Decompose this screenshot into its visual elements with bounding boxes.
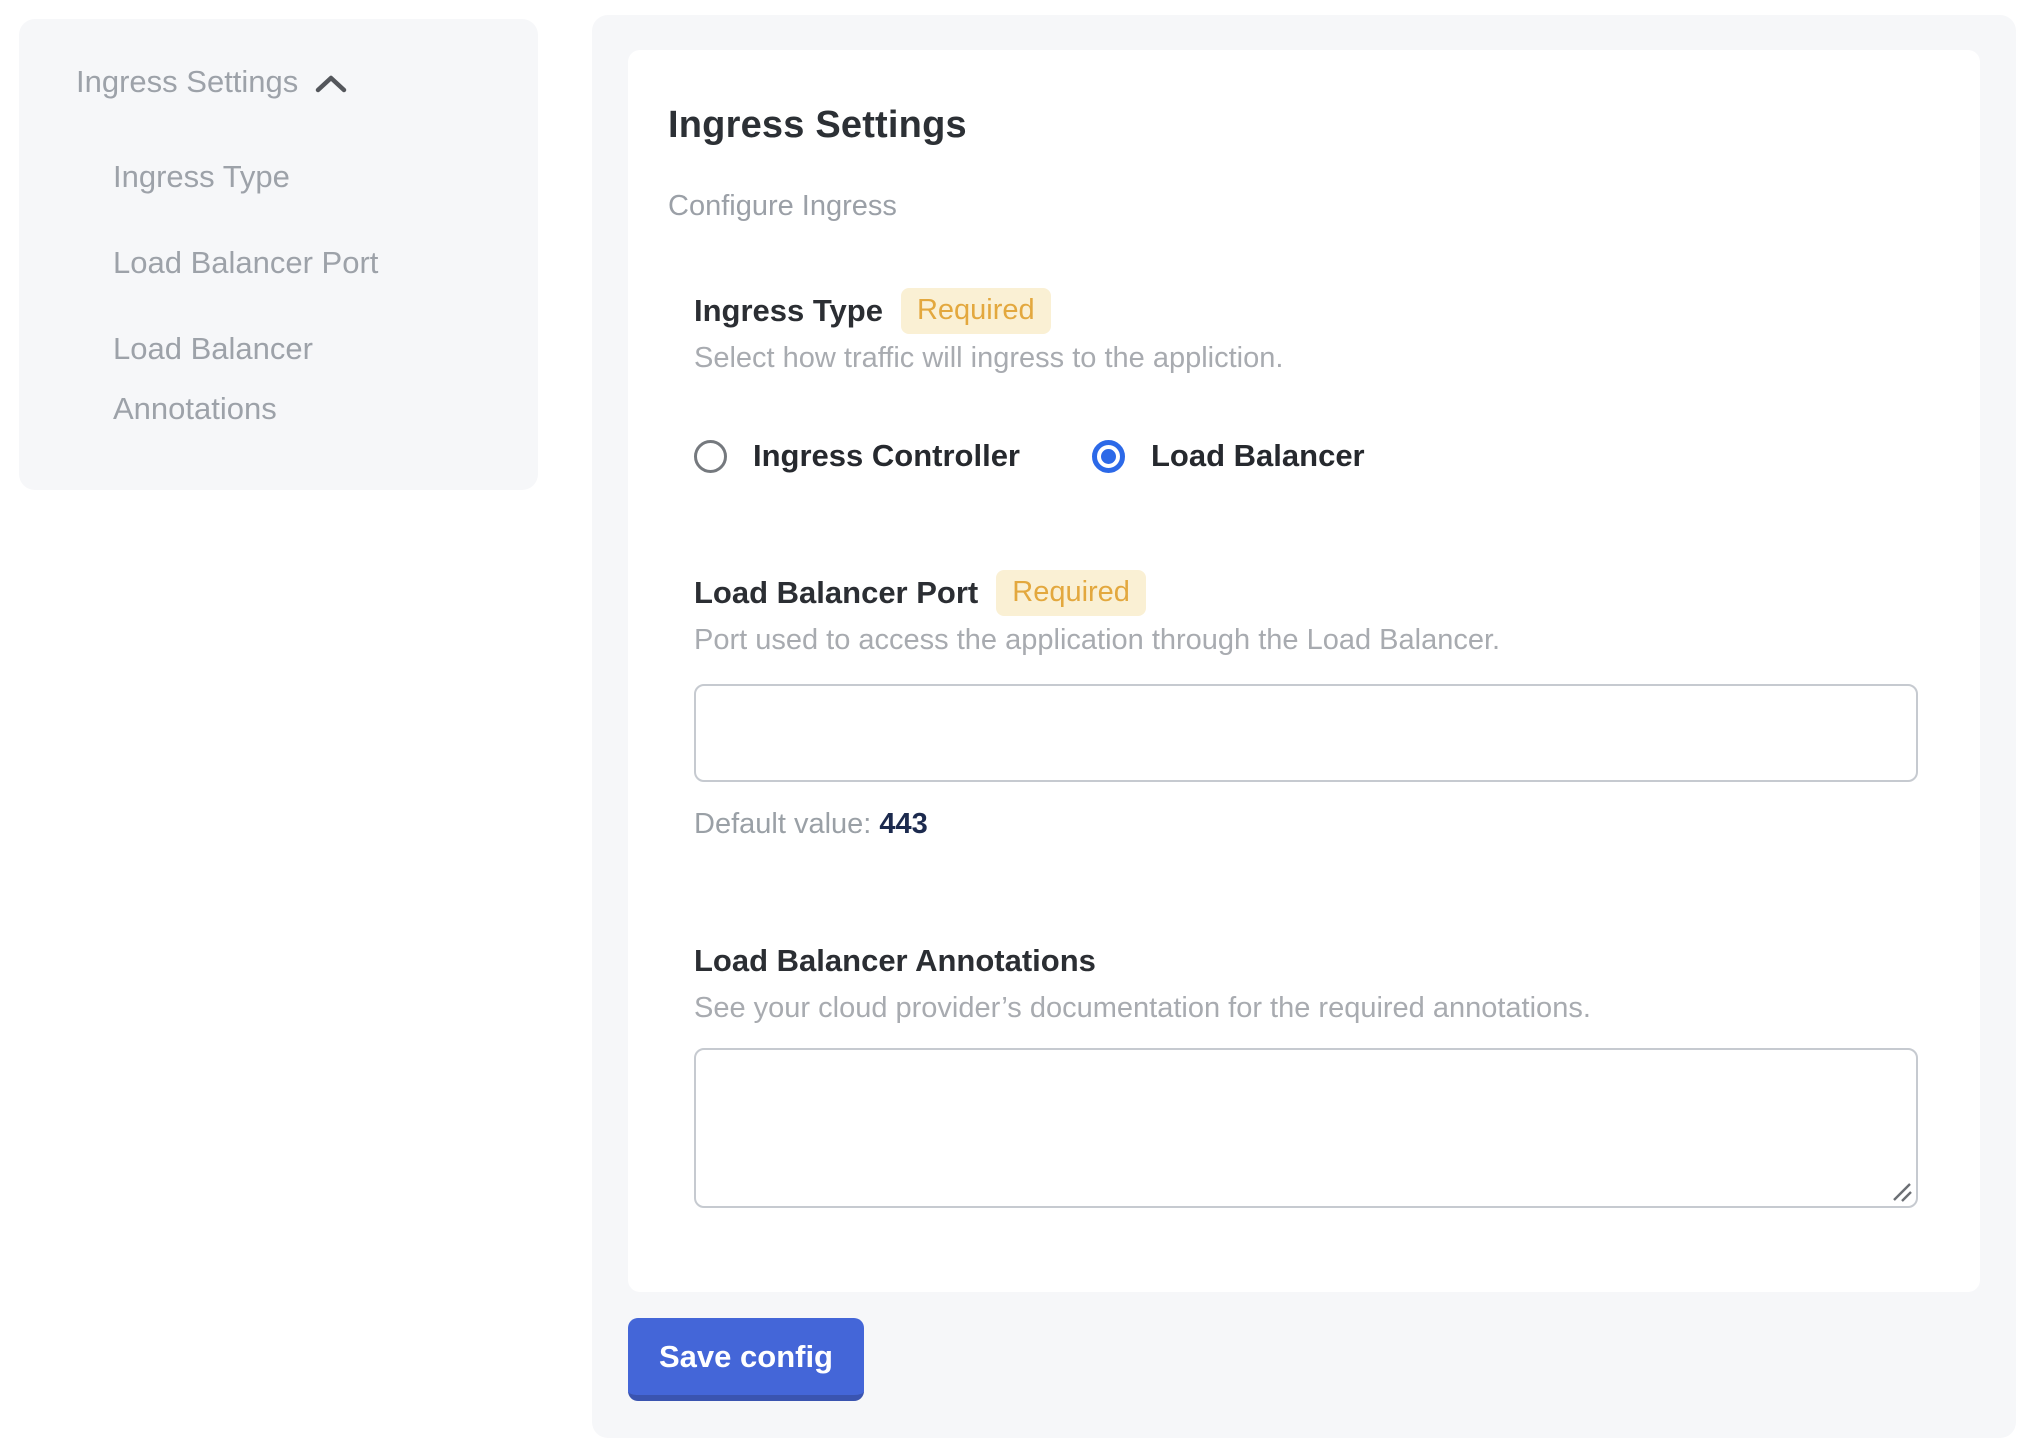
resize-handle-icon[interactable]	[1890, 1180, 1914, 1204]
section-header: Load Balancer Annotations	[694, 938, 1940, 984]
load-balancer-annotations-textarea[interactable]	[694, 1048, 1918, 1208]
section-description: See your cloud provider’s documentation …	[694, 990, 1940, 1026]
sidebar-item-ingress-type[interactable]: Ingress Type	[113, 147, 443, 207]
section-header: Load Balancer Port Required	[694, 570, 1940, 616]
radio-option-ingress-controller[interactable]: Ingress Controller	[694, 438, 1020, 474]
save-config-button[interactable]: Save config	[628, 1318, 864, 1401]
ingress-settings-card: Ingress Settings Configure Ingress Ingre…	[628, 50, 1980, 1292]
section-title: Load Balancer Port	[694, 570, 978, 616]
section-header: Ingress Type Required	[694, 288, 1940, 334]
annotations-textarea-wrap	[694, 1048, 1918, 1208]
section-description: Select how traffic will ingress to the a…	[694, 340, 1940, 376]
section-title: Ingress Type	[694, 288, 883, 334]
page-subtitle: Configure Ingress	[668, 188, 1940, 224]
settings-nav-sidebar: Ingress Settings Ingress Type Load Balan…	[19, 19, 538, 490]
section-load-balancer-port: Load Balancer Port Required Port used to…	[694, 570, 1940, 842]
section-ingress-type: Ingress Type Required Select how traffic…	[694, 288, 1940, 474]
section-load-balancer-annotations: Load Balancer Annotations See your cloud…	[694, 938, 1940, 1208]
main-content-panel: Ingress Settings Configure Ingress Ingre…	[592, 15, 2016, 1438]
sidebar-item-list: Ingress Type Load Balancer Port Load Bal…	[113, 147, 498, 439]
radio-unchecked-icon[interactable]	[694, 440, 727, 473]
section-title: Load Balancer Annotations	[694, 938, 1096, 984]
radio-label: Ingress Controller	[753, 438, 1020, 474]
radio-checked-icon[interactable]	[1092, 440, 1125, 473]
sidebar-item-load-balancer-annotations[interactable]: Load Balancer Annotations	[113, 319, 443, 439]
sidebar-group-ingress-settings[interactable]: Ingress Settings	[76, 62, 498, 102]
radio-label: Load Balancer	[1151, 438, 1365, 474]
required-badge: Required	[996, 570, 1146, 616]
page-title: Ingress Settings	[668, 102, 1940, 148]
sidebar-group-label: Ingress Settings	[76, 62, 298, 102]
sidebar-item-load-balancer-port[interactable]: Load Balancer Port	[113, 233, 443, 293]
load-balancer-port-input[interactable]	[694, 684, 1918, 782]
radio-option-load-balancer[interactable]: Load Balancer	[1092, 438, 1365, 474]
section-description: Port used to access the application thro…	[694, 622, 1940, 658]
ingress-type-radio-group: Ingress Controller Load Balancer	[694, 438, 1940, 474]
default-value: 443	[879, 808, 927, 840]
default-value-line: Default value: 443	[694, 806, 1940, 842]
chevron-up-icon	[314, 72, 348, 96]
default-value-label: Default value:	[694, 808, 871, 840]
required-badge: Required	[901, 288, 1051, 334]
